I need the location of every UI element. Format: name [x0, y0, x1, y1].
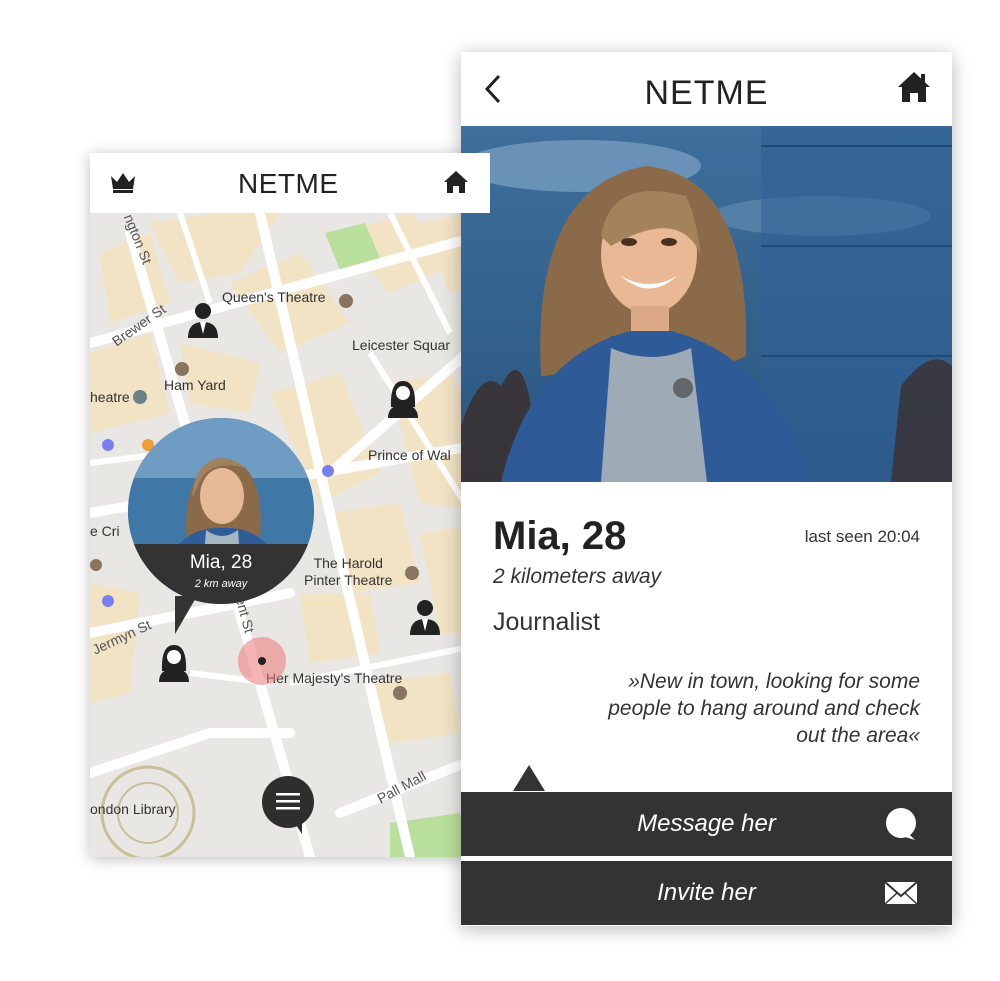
- profile-screen: NETME Mia, 28 last seen 20:04 2 kilomete…: [461, 52, 952, 926]
- place-label: ondon Library: [90, 801, 176, 817]
- chat-bubble-icon: [886, 808, 916, 840]
- profile-photo: [461, 126, 952, 482]
- crown-icon[interactable]: [109, 170, 137, 194]
- user-pin-woman[interactable]: [386, 379, 420, 419]
- app-title: NETME: [238, 168, 339, 199]
- app-title: NETME: [644, 74, 769, 112]
- my-location-dot: [258, 657, 266, 665]
- last-seen: last seen 20:04: [804, 527, 920, 546]
- profile-photo-image: [461, 126, 952, 482]
- place-label: Prince of Wal: [368, 447, 451, 463]
- map-header: NETME: [90, 153, 490, 213]
- bubble-distance: 2 km away: [194, 578, 248, 590]
- menu-button[interactable]: [262, 776, 314, 828]
- bubble-name: Mia, 28: [189, 552, 253, 573]
- bubble-pointer: [175, 596, 197, 634]
- envelope-icon: [884, 881, 918, 905]
- place-label: heatre: [90, 389, 130, 405]
- place-label: The Harold Pinter Theatre: [304, 555, 393, 588]
- hamburger-icon: [276, 793, 300, 810]
- profile-header: NETME: [461, 52, 952, 126]
- place-label: Her Majesty's Theatre: [266, 670, 403, 686]
- message-button[interactable]: Message her: [461, 792, 952, 856]
- home-icon[interactable]: [443, 169, 469, 195]
- place-label: Leicester Squar: [352, 337, 451, 353]
- map-screen: NETME Queen's Theatre Leicester Squar Ha…: [90, 153, 490, 857]
- menu-button-pointer: [294, 822, 302, 834]
- user-pin-man[interactable]: [186, 300, 220, 340]
- invite-button[interactable]: Invite her: [461, 861, 952, 925]
- user-pin-woman[interactable]: [157, 643, 191, 683]
- my-location-marker: [238, 637, 286, 685]
- profile-distance: 2 kilometers away: [493, 565, 662, 588]
- home-icon[interactable]: [897, 70, 931, 104]
- profile-name: Mia, 28: [493, 514, 627, 558]
- invite-label: Invite her: [657, 879, 756, 906]
- profile-bubble[interactable]: Mia, 28 2 km away: [128, 418, 314, 604]
- place-label: Queen's Theatre: [222, 289, 326, 305]
- place-label: Ham Yard: [164, 377, 226, 393]
- map-view[interactable]: Queen's Theatre Leicester Squar Ham Yard…: [90, 212, 490, 857]
- message-label: Message her: [637, 810, 776, 837]
- profile-occupation: Journalist: [493, 608, 600, 636]
- user-pin-man[interactable]: [408, 597, 442, 637]
- tab-indicator: [513, 765, 545, 791]
- place-label: e Cri: [90, 523, 120, 539]
- profile-bio-quote: »New in town, looking for some people to…: [608, 670, 920, 747]
